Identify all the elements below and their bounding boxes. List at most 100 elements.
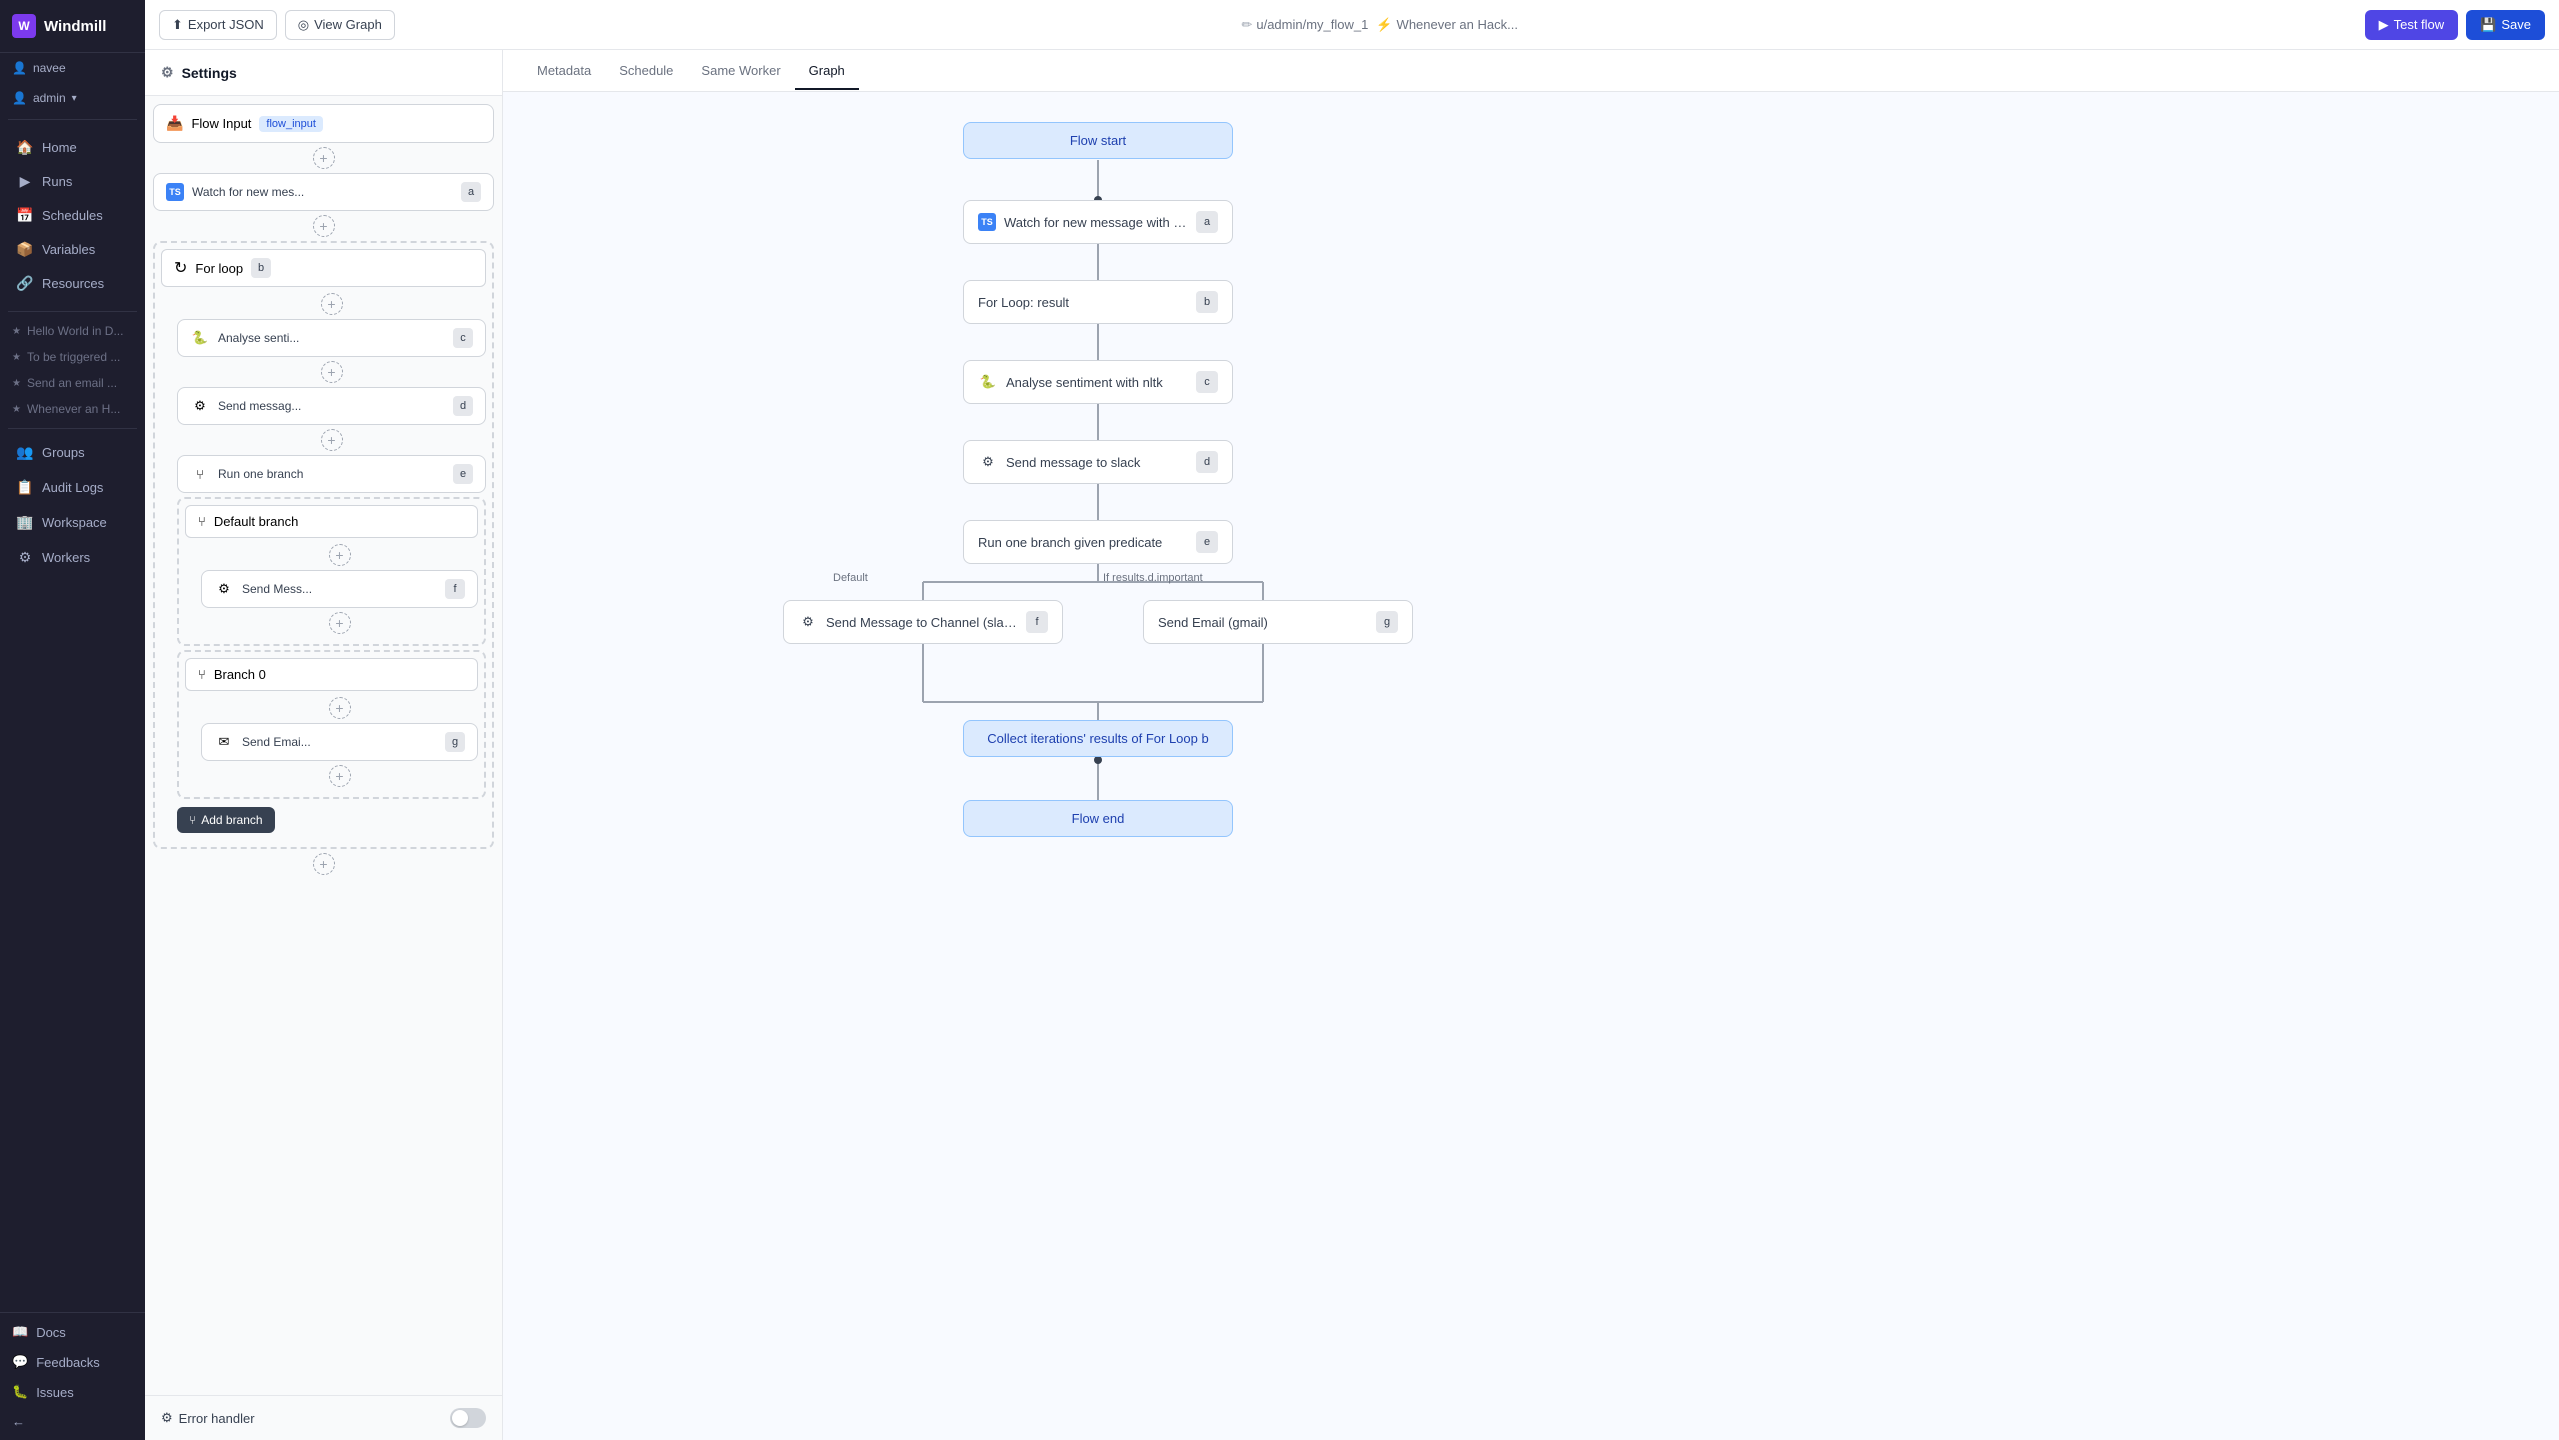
toolbar-right: ▶ Test flow 💾 Save xyxy=(2365,10,2545,40)
graph-canvas[interactable]: Flow start TS Watch for new message with… xyxy=(503,92,2559,1440)
default-branch-container: ⑂ Default branch + ⚙ Send Mess... f xyxy=(177,497,486,646)
add-step-0[interactable]: + xyxy=(313,147,335,169)
for-loop-label: For loop xyxy=(195,261,243,276)
divider-3 xyxy=(8,428,137,429)
flow-input-section[interactable]: 📥 Flow Input flow_input xyxy=(153,104,494,143)
branch-default-inner: + ⚙ Send Mess... f + xyxy=(185,544,478,634)
sidebar-item-back[interactable]: ← xyxy=(0,1407,145,1436)
path-icon: ✏ xyxy=(1241,17,1252,33)
sidebar-item-workspace[interactable]: 🏢 Workspace xyxy=(4,506,141,539)
user-navee[interactable]: 👤 navee xyxy=(0,53,145,83)
tab-same-worker[interactable]: Same Worker xyxy=(687,53,794,90)
adminname: admin xyxy=(33,91,66,105)
back-icon: ← xyxy=(12,1414,25,1429)
node-b[interactable]: For Loop: result b xyxy=(963,280,1233,324)
node-c[interactable]: 🐍 Analyse sentiment with nltk c xyxy=(963,360,1233,404)
toolbar: ⬆ Export JSON ◎ View Graph ✏ u/admin/my_… xyxy=(145,0,2559,50)
schedules-icon: 📅 xyxy=(16,207,34,224)
step-a[interactable]: TS Watch for new mes... a xyxy=(153,173,494,211)
error-handler-icon: ⚙ xyxy=(161,1410,173,1426)
tab-metadata[interactable]: Metadata xyxy=(523,53,605,90)
save-button[interactable]: 💾 Save xyxy=(2466,10,2545,40)
node-e[interactable]: Run one branch given predicate e xyxy=(963,520,1233,564)
add-step-loop-1[interactable]: + xyxy=(321,361,343,383)
error-handler-label: ⚙ Error handler xyxy=(161,1410,442,1426)
default-branch-header[interactable]: ⑂ Default branch xyxy=(185,505,478,538)
sidebar-item-label: Resources xyxy=(42,276,104,291)
tab-graph[interactable]: Graph xyxy=(795,53,859,90)
sidebar-item-resources[interactable]: 🔗 Resources xyxy=(4,267,141,300)
node-c-label: Analyse sentiment with nltk xyxy=(1006,375,1188,390)
for-loop-container: ↻ For loop b + 🐍 Analyse senti... c + xyxy=(153,241,494,849)
nav-section: 🏠 Home ▶ Runs 📅 Schedules 📦 Variables 🔗 … xyxy=(0,126,145,305)
view-graph-button[interactable]: ◎ View Graph xyxy=(285,10,395,40)
app-name: Windmill xyxy=(44,18,106,35)
user-admin[interactable]: 👤 admin ▾ xyxy=(0,83,145,113)
flow-item-whenever[interactable]: Whenever an H... xyxy=(0,396,145,422)
node-f[interactable]: ⚙ Send Message to Channel (slack) f xyxy=(783,600,1063,644)
add-step-final[interactable]: + xyxy=(313,853,335,875)
branch0-header[interactable]: ⑂ Branch 0 xyxy=(185,658,478,691)
sidebar-item-workers[interactable]: ⚙ Workers xyxy=(4,541,141,574)
branch-label-default: Default xyxy=(833,572,868,584)
error-handler-row: ⚙ Error handler xyxy=(145,1395,502,1440)
resources-icon: 🔗 xyxy=(16,275,34,292)
node-collect[interactable]: Collect iterations' results of For Loop … xyxy=(963,720,1233,757)
step-e[interactable]: ⑂ Run one branch e xyxy=(177,455,486,493)
node-f-icon: ⚙ xyxy=(798,612,818,632)
add-step-loop-0[interactable]: + xyxy=(321,293,343,315)
node-g[interactable]: Send Email (gmail) g xyxy=(1143,600,1413,644)
step-f[interactable]: ⚙ Send Mess... f xyxy=(201,570,478,608)
step-f-badge: f xyxy=(445,579,465,599)
toolbar-center: ✏ u/admin/my_flow_1 ⚡ Whenever an Hack..… xyxy=(403,17,2357,33)
sidebar-item-label: Groups xyxy=(42,445,85,460)
for-loop-inner: + 🐍 Analyse senti... c + ⚙ Send messag..… xyxy=(161,293,486,833)
sidebar-item-label: Workers xyxy=(42,550,90,565)
flow-path[interactable]: ✏ u/admin/my_flow_1 xyxy=(1241,17,1368,33)
node-start[interactable]: Flow start xyxy=(963,122,1233,159)
step-d[interactable]: ⚙ Send messag... d xyxy=(177,387,486,425)
test-flow-button[interactable]: ▶ Test flow xyxy=(2365,10,2459,40)
sidebar-bottom: 📖 Docs 💬 Feedbacks 🐛 Issues ← xyxy=(0,1312,145,1440)
step-g[interactable]: ✉ Send Emai... g xyxy=(201,723,478,761)
node-d[interactable]: ⚙ Send message to slack d xyxy=(963,440,1233,484)
flow-trigger[interactable]: ⚡ Whenever an Hack... xyxy=(1376,17,1518,33)
add-step-loop-2[interactable]: + xyxy=(321,429,343,451)
flow-input-icon: 📥 xyxy=(166,115,183,132)
feedbacks-icon: 💬 xyxy=(12,1354,28,1370)
flow-item-send-email[interactable]: Send an email ... xyxy=(0,370,145,396)
export-icon: ⬆ xyxy=(172,17,183,33)
sidebar-item-schedules[interactable]: 📅 Schedules xyxy=(4,199,141,232)
flow-item-triggered[interactable]: To be triggered ... xyxy=(0,344,145,370)
branch0-label: Branch 0 xyxy=(214,667,266,682)
branch0-icon: ⑂ xyxy=(198,667,206,682)
add-step-branch0-0[interactable]: + xyxy=(329,697,351,719)
tab-schedule[interactable]: Schedule xyxy=(605,53,687,90)
add-step-branch-1[interactable]: + xyxy=(329,612,351,634)
step-c[interactable]: 🐍 Analyse senti... c xyxy=(177,319,486,357)
add-step-branch-0[interactable]: + xyxy=(329,544,351,566)
add-step-branch0-1[interactable]: + xyxy=(329,765,351,787)
workers-icon: ⚙ xyxy=(16,549,34,566)
error-handler-toggle[interactable] xyxy=(450,1408,486,1428)
sidebar-item-label: Variables xyxy=(42,242,95,257)
step-a-label: Watch for new mes... xyxy=(192,185,453,199)
sidebar-item-issues[interactable]: 🐛 Issues xyxy=(0,1377,145,1407)
add-branch-button[interactable]: ⑂ Add branch xyxy=(177,807,275,833)
sidebar-item-docs[interactable]: 📖 Docs xyxy=(0,1317,145,1347)
node-end[interactable]: Flow end xyxy=(963,800,1233,837)
step-g-icon: ✉ xyxy=(214,732,234,752)
add-step-1[interactable]: + xyxy=(313,215,335,237)
sidebar-item-groups[interactable]: 👥 Groups xyxy=(4,436,141,469)
sidebar-item-runs[interactable]: ▶ Runs xyxy=(4,165,141,198)
for-loop-header[interactable]: ↻ For loop b xyxy=(161,249,486,287)
app-logo[interactable]: W Windmill xyxy=(0,0,145,53)
sidebar-item-home[interactable]: 🏠 Home xyxy=(4,131,141,164)
flow-item-hello-world[interactable]: Hello World in D... xyxy=(0,318,145,344)
sidebar-item-audit-logs[interactable]: 📋 Audit Logs xyxy=(4,471,141,504)
node-b-label: For Loop: result xyxy=(978,295,1188,310)
node-a[interactable]: TS Watch for new message with mentio... … xyxy=(963,200,1233,244)
sidebar-item-variables[interactable]: 📦 Variables xyxy=(4,233,141,266)
export-json-button[interactable]: ⬆ Export JSON xyxy=(159,10,277,40)
sidebar-item-feedbacks[interactable]: 💬 Feedbacks xyxy=(0,1347,145,1377)
